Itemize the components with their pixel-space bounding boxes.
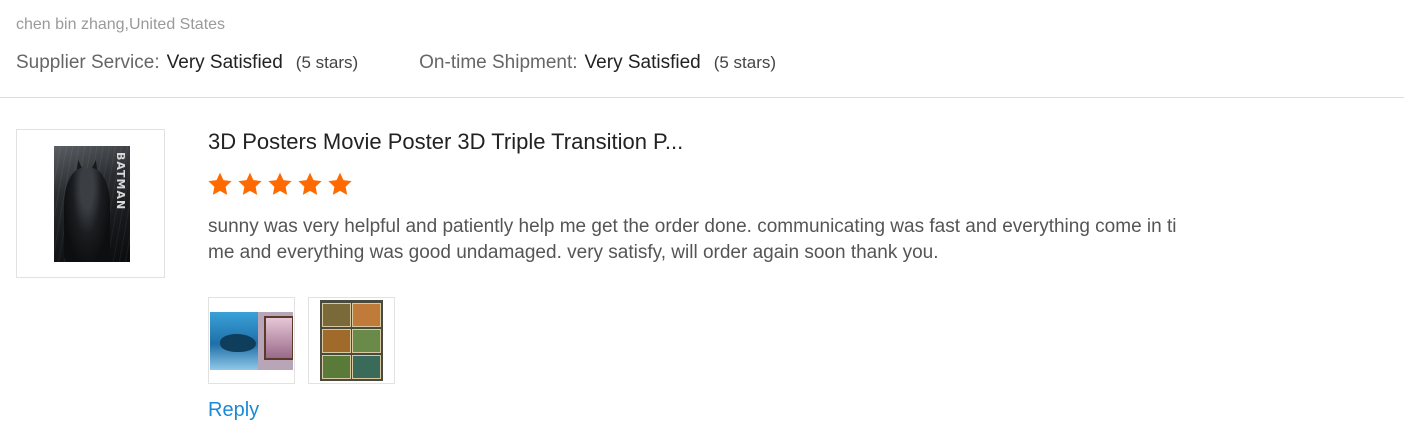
divider bbox=[0, 97, 1404, 98]
rating-label: On-time Shipment: bbox=[419, 52, 578, 73]
rating-stars-text: (5 stars) bbox=[713, 53, 777, 72]
ratings-row: Supplier Service: Very Satisfied (5 star… bbox=[16, 51, 776, 75]
product-title[interactable]: 3D Posters Movie Poster 3D Triple Transi… bbox=[208, 129, 683, 155]
poster-title-text: BATMAN bbox=[114, 152, 127, 211]
reply-link[interactable]: Reply bbox=[208, 398, 259, 422]
supplier-service-rating: Supplier Service: Very Satisfied (5 star… bbox=[16, 51, 358, 75]
review-photo[interactable] bbox=[308, 297, 395, 384]
review-photo[interactable] bbox=[208, 297, 295, 384]
product-star-rating bbox=[207, 171, 357, 201]
rating-value: Very Satisfied bbox=[584, 52, 701, 73]
rating-stars-text: (5 stars) bbox=[295, 53, 359, 72]
star-icon bbox=[297, 171, 323, 197]
star-icon bbox=[207, 171, 233, 197]
product-poster-image: BATMAN bbox=[54, 146, 130, 262]
star-icon bbox=[327, 171, 353, 197]
star-icon bbox=[267, 171, 293, 197]
reviewer-name-location: chen bin zhang,United States bbox=[16, 16, 226, 33]
review-photo-image bbox=[210, 312, 293, 370]
review-card: chen bin zhang,United States Supplier Se… bbox=[0, 0, 1404, 429]
review-text: sunny was very helpful and patiently hel… bbox=[208, 216, 1177, 263]
star-icon bbox=[237, 171, 263, 197]
rating-label: Supplier Service: bbox=[16, 52, 160, 73]
rating-value: Very Satisfied bbox=[166, 52, 283, 73]
product-thumbnail[interactable]: BATMAN bbox=[16, 129, 165, 278]
review-photo-image bbox=[320, 300, 383, 381]
on-time-shipment-rating: On-time Shipment: Very Satisfied (5 star… bbox=[419, 51, 776, 75]
